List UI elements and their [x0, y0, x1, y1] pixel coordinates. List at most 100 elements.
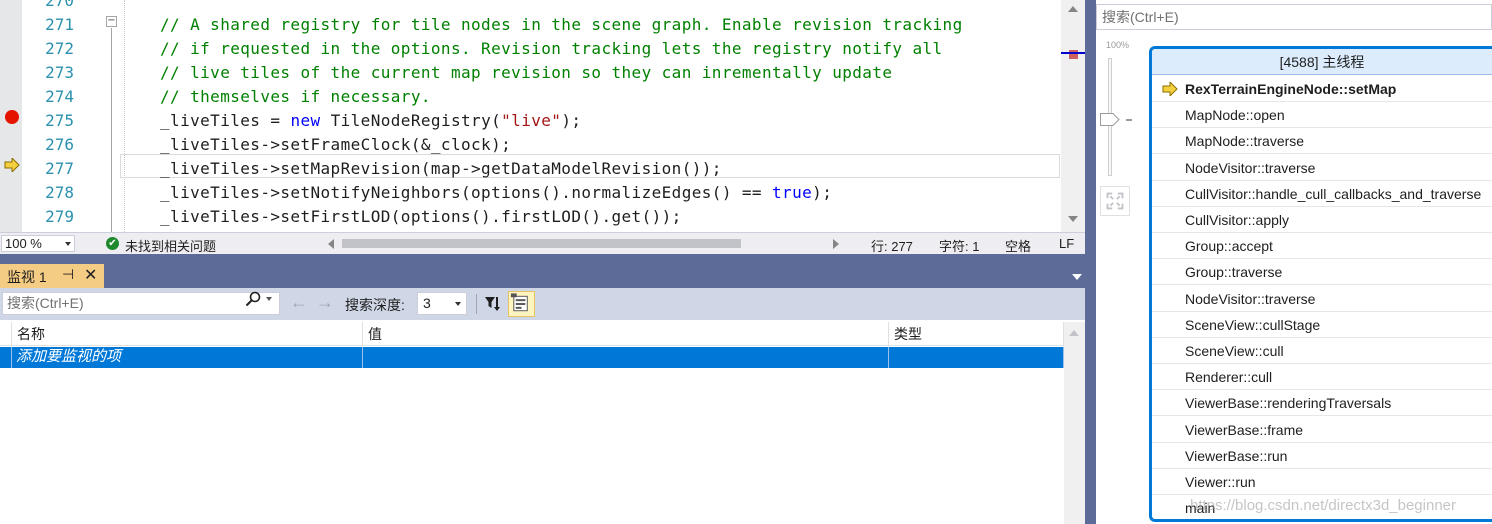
caret-scroll-marker [1061, 52, 1085, 54]
line-number: 278 [45, 183, 74, 202]
code-line[interactable]: _liveTiles->setFrameClock(&_clock); [160, 133, 511, 157]
scroll-left-arrow-icon[interactable] [328, 239, 334, 249]
stack-frame[interactable]: SceneView::cull [1152, 338, 1492, 364]
stack-frame[interactable]: MapNode::open [1152, 102, 1492, 129]
horizontal-scroll-thumb[interactable] [342, 239, 741, 248]
search-icon[interactable] [245, 291, 261, 307]
forward-arrow-icon[interactable]: → [316, 292, 334, 313]
stack-frame[interactable]: NodeVisitor::traverse [1152, 286, 1492, 312]
zoom-to-fit-icon [1106, 192, 1124, 210]
hex-display-icon [510, 293, 528, 312]
stack-frame[interactable]: Group::accept [1152, 233, 1492, 260]
collapse-toggle[interactable]: − [106, 16, 117, 27]
zoom-to-fit-button[interactable] [1100, 186, 1130, 216]
code-token-plain: _liveTiles->setMapRevision(map->getDataM… [160, 159, 722, 178]
editor-vertical-scrollbar[interactable] [1061, 0, 1085, 232]
stack-frame[interactable]: ViewerBase::frame [1152, 417, 1492, 443]
stack-frame[interactable]: NodeVisitor::traverse [1152, 155, 1492, 181]
code-line[interactable]: // live tiles of the current map revisio… [160, 61, 892, 85]
zoom-dropdown[interactable]: 100 % [1, 235, 75, 252]
watch-search-input[interactable]: 搜索(Ctrl+E) [2, 292, 280, 315]
code-token-plain: _liveTiles->setFrameClock(&_clock); [160, 135, 512, 154]
zoom-slider-thumb[interactable] [1100, 113, 1120, 126]
char-indicator[interactable]: 字符: 1 [939, 236, 979, 255]
thread-stack-node[interactable]: [4588] 主线程 RexTerrainEngineNode::setMapM… [1149, 46, 1492, 522]
stack-frame-label: Viewer::run [1185, 474, 1256, 490]
code-token-comment: // themselves if necessary. [160, 87, 431, 106]
stack-frame[interactable]: Group::traverse [1152, 259, 1492, 286]
chevron-down-icon [455, 302, 461, 306]
panel-splitter[interactable] [1085, 0, 1096, 524]
no-issues-check-icon[interactable]: ✔ [106, 237, 119, 250]
stack-frame[interactable]: Renderer::cull [1152, 364, 1492, 391]
pin-icon[interactable]: ⊣ [62, 266, 74, 283]
chevron-down-icon [65, 242, 71, 246]
watch-toolbar: 搜索(Ctrl+E) ← → 搜索深度: 3 [0, 288, 1085, 320]
code-line[interactable]: // if requested in the options. Revision… [160, 37, 943, 61]
stack-frame-label: CullVisitor::apply [1185, 212, 1290, 228]
add-watch-item-input[interactable]: 添加要监视的项 [12, 347, 363, 368]
whitespace-indicator[interactable]: 空格 [1005, 236, 1031, 255]
stack-frame[interactable]: CullVisitor::apply [1152, 207, 1492, 233]
stack-frame[interactable]: Viewer::run [1152, 469, 1492, 495]
stack-frame-label: MapNode::traverse [1185, 133, 1305, 150]
stack-frame-label: SceneView::cull [1185, 343, 1284, 359]
stack-frame-label: ViewerBase::run [1185, 447, 1288, 464]
line-indicator[interactable]: 行: 277 [871, 236, 913, 255]
parallel-stacks-panel: 搜索(Ctrl+E) 100% [4588] 主线程 RexTerrainEng… [1096, 0, 1492, 524]
thread-header[interactable]: [4588] 主线程 [1152, 49, 1492, 75]
close-icon[interactable]: ✕ [84, 265, 97, 285]
stack-frame-current[interactable]: RexTerrainEngineNode::setMap [1152, 76, 1492, 102]
stack-frame[interactable]: CullVisitor::handle_cull_callbacks_and_t… [1152, 181, 1492, 207]
line-number: 276 [45, 135, 74, 154]
code-token-str: "live" [501, 111, 562, 130]
hex-display-button[interactable] [508, 291, 535, 317]
code-token-plain: _liveTiles = [160, 111, 291, 130]
code-line[interactable]: // A shared registry for tile nodes in t… [160, 13, 963, 37]
breakpoint-icon[interactable] [5, 110, 19, 124]
stack-frame[interactable]: SceneView::cullStage [1152, 312, 1492, 338]
code-line[interactable]: // themselves if necessary. [160, 85, 431, 109]
code-editor[interactable]: − 270 271 // A shared registry for tile no… [0, 0, 1085, 232]
stack-frame-label: Group::traverse [1185, 264, 1283, 281]
stack-frame[interactable]: ViewerBase::renderingTraversals [1152, 390, 1492, 417]
column-type-header[interactable]: 类型 [889, 322, 1064, 346]
scroll-up-arrow-icon[interactable] [1069, 330, 1079, 336]
watch-type-cell [889, 347, 1064, 368]
scroll-right-arrow-icon[interactable] [833, 239, 839, 249]
zoom-slider-tick [1126, 119, 1132, 121]
code-token-kw: true [772, 183, 813, 202]
code-line[interactable]: _liveTiles->setMapRevision(map->getDataM… [160, 157, 722, 181]
stack-frame[interactable]: MapNode::traverse [1152, 128, 1492, 155]
column-value-header[interactable]: 值 [363, 322, 889, 346]
code-line[interactable]: _liveTiles->setNotifyNeighbors(options()… [160, 181, 832, 205]
back-arrow-icon[interactable]: ← [290, 292, 308, 313]
stack-frame-label: RexTerrainEngineNode::setMap [1185, 81, 1397, 97]
code-line[interactable]: _liveTiles->setFirstLOD(options().firstL… [160, 205, 682, 229]
tab-watch-1[interactable]: 监视 1 ⊣ ✕ [0, 264, 104, 288]
stacks-search-input[interactable]: 搜索(Ctrl+E) [1096, 4, 1492, 30]
search-depth-dropdown[interactable]: 3 [417, 292, 467, 315]
stack-frame-label: NodeVisitor::traverse [1185, 290, 1316, 307]
code-token-comment: // A shared registry for tile nodes in t… [160, 15, 963, 34]
stack-frame-label: NodeVisitor::traverse [1185, 159, 1316, 176]
code-line[interactable]: _liveTiles = new TileNodeRegistry("live"… [160, 109, 581, 133]
scroll-down-arrow-icon[interactable] [1068, 216, 1078, 222]
scroll-up-arrow-icon[interactable] [1068, 6, 1078, 12]
watch-panel-header: 监视 1 ⊣ ✕ [0, 254, 1085, 288]
stack-frame[interactable]: ViewerBase::run [1152, 443, 1492, 469]
search-options-chevron-icon[interactable] [266, 297, 272, 301]
outline-fold-line [111, 28, 112, 232]
code-token-plain: ); [561, 111, 582, 130]
watch-vertical-scrollbar[interactable] [1064, 322, 1085, 524]
add-watch-row[interactable]: 添加要监视的项 [0, 347, 1064, 368]
panel-menu-chevron-icon[interactable] [1072, 274, 1082, 280]
issues-status-text[interactable]: 未找到相关问题 [125, 236, 216, 255]
code-token-plain: _liveTiles->setFirstLOD(options().firstL… [160, 207, 682, 226]
editor-horizontal-scrollbar[interactable] [326, 236, 841, 251]
row-gutter [0, 347, 12, 368]
eol-indicator[interactable]: LF [1059, 236, 1074, 251]
toolbar-separator [476, 294, 477, 314]
column-name-header[interactable]: 名称 [12, 322, 363, 346]
filter-icon[interactable] [484, 295, 502, 313]
